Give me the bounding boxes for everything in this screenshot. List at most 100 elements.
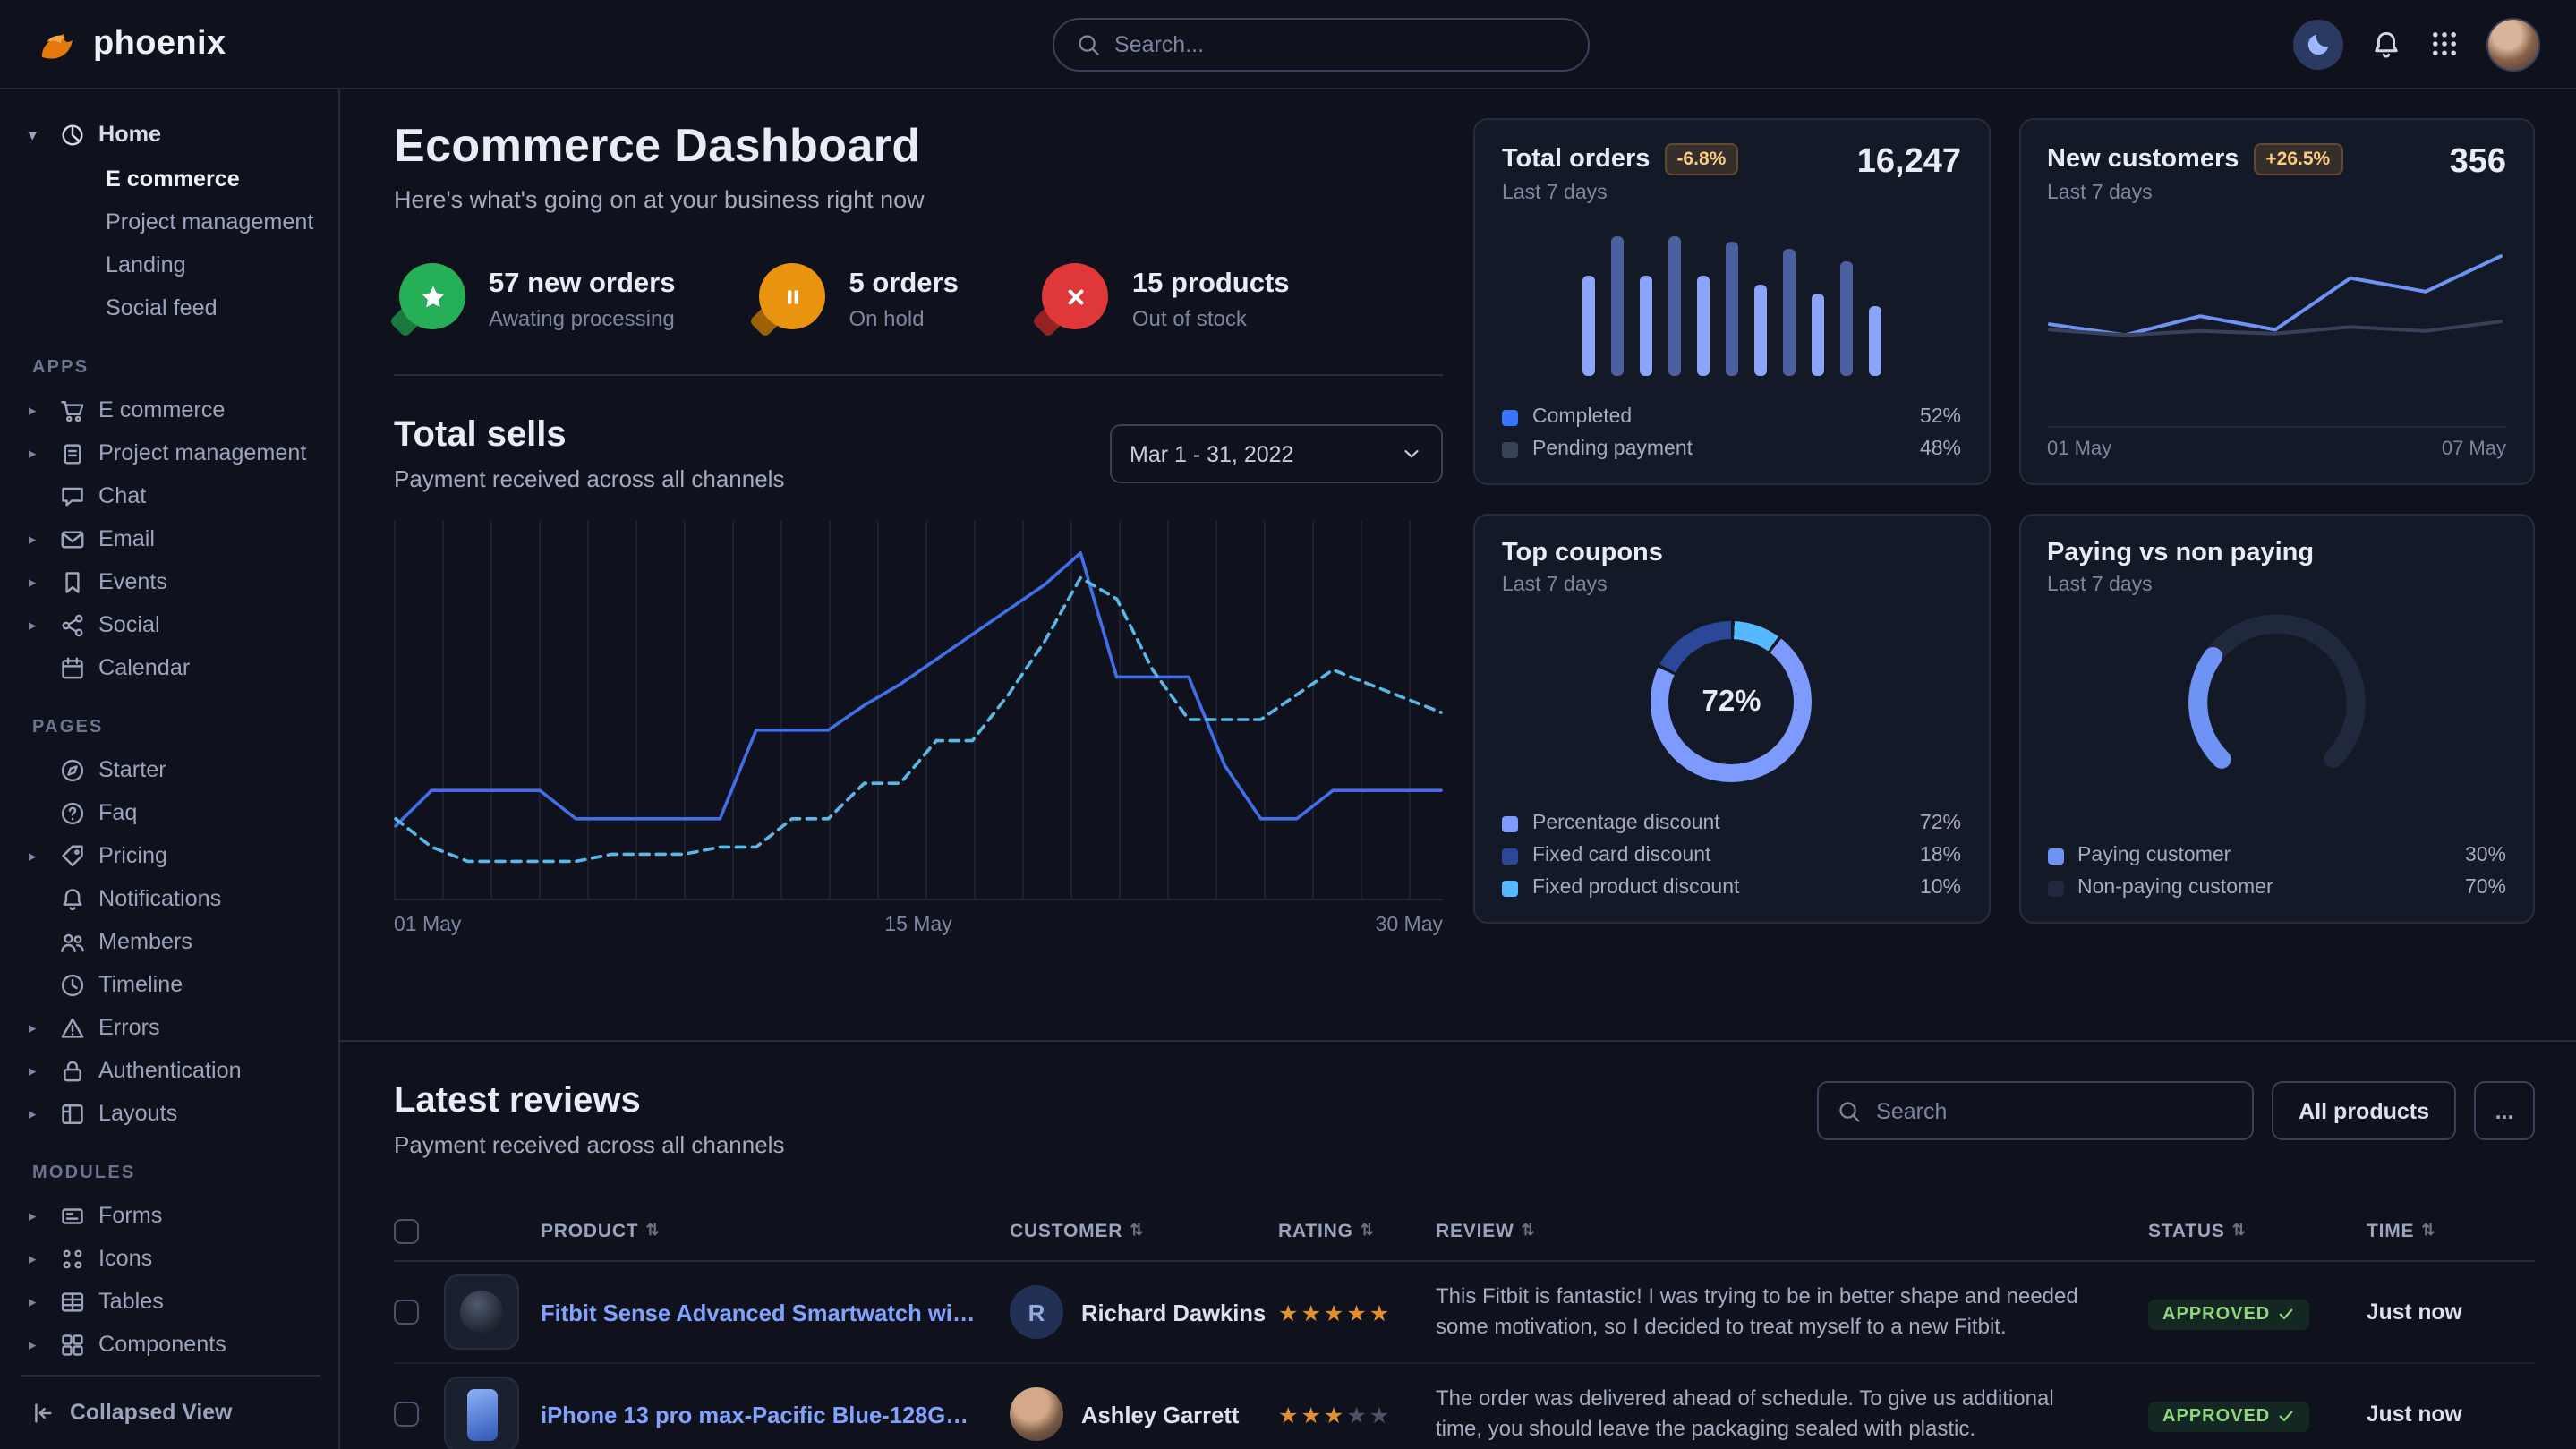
navbar-search[interactable]: [1052, 18, 1589, 72]
sidebar-item-e-commerce[interactable]: ▸ E commerce: [21, 388, 320, 431]
clipboard-icon: [59, 439, 86, 466]
sidebar-item-pricing[interactable]: ▸ Pricing: [21, 834, 320, 877]
status-badge: APPROVED: [2148, 1299, 2309, 1329]
sidebar-item-social[interactable]: ▸ Social: [21, 603, 320, 646]
row-checkbox[interactable]: [394, 1300, 419, 1325]
all-products-button[interactable]: All products: [2272, 1081, 2456, 1140]
top-coupons-donut-chart: 72%: [1651, 621, 1813, 782]
star-filled-icon: ★: [1278, 1300, 1301, 1325]
sidebar-item-tables[interactable]: ▸ Tables: [21, 1280, 320, 1323]
legend-label: Percentage discount: [1532, 813, 1720, 834]
sidebar-item-project-management[interactable]: ▸ Project management: [21, 431, 320, 474]
sidebar-item-notifications[interactable]: Notifications: [21, 877, 320, 920]
customer-cell: RRichard Dawkins: [1010, 1285, 1278, 1339]
sidebar-item-label: Members: [98, 929, 192, 954]
reviews-toolbar: All products ...: [1817, 1081, 2535, 1140]
user-avatar[interactable]: [2486, 17, 2540, 71]
legend-marker: [2047, 848, 2063, 864]
card-period: Last 7 days: [2047, 183, 2506, 204]
sidebar-item-timeline[interactable]: Timeline: [21, 963, 320, 1006]
caret-right-icon: ▸: [29, 1334, 47, 1354]
review-text: This Fitbit is fantastic! I was trying t…: [1436, 1281, 2148, 1343]
customer-name: Richard Dawkins: [1081, 1299, 1266, 1325]
sidebar-item-forms[interactable]: ▸ Forms: [21, 1194, 320, 1237]
components-icon: [59, 1331, 86, 1358]
column-header-customer[interactable]: CUSTOMER ⇅: [1010, 1220, 1278, 1241]
legend-marker: [1502, 409, 1518, 425]
reviews-search-input[interactable]: [1876, 1098, 2234, 1123]
alert-triangle-icon: [59, 1014, 86, 1041]
product-thumbnail: [444, 1274, 519, 1350]
sidebar-item-starter[interactable]: Starter: [21, 748, 320, 791]
theme-toggle-button[interactable]: [2293, 19, 2343, 69]
legend-value: 72%: [1920, 813, 1961, 834]
column-header-time[interactable]: TIME ⇅: [2367, 1220, 2535, 1241]
brand-name: phoenix: [93, 24, 226, 64]
sidebar-item-components[interactable]: ▸ Components: [21, 1323, 320, 1366]
sidebar-item-chat[interactable]: Chat: [21, 474, 320, 517]
notifications-button[interactable]: [2370, 28, 2402, 60]
chevron-down-icon: [1400, 442, 1423, 465]
legend-label: Fixed product discount: [1532, 877, 1739, 899]
stat-label: Awating processing: [489, 305, 676, 330]
new-customers-x-axis: 01 May 07 May: [2047, 426, 2506, 460]
sidebar-item-label: Forms: [98, 1203, 162, 1228]
brand[interactable]: phoenix: [36, 22, 226, 65]
review-row[interactable]: iPhone 13 pro max-Pacific Blue-128GB sto…: [394, 1364, 2535, 1449]
sidebar-item-events[interactable]: ▸ Events: [21, 560, 320, 603]
stat-value: 57 new orders: [489, 268, 676, 300]
review-row[interactable]: Fitbit Sense Advanced Smartwatch with To…: [394, 1262, 2535, 1364]
sidebar-item-label: Home: [98, 122, 161, 147]
more-options-button[interactable]: ...: [2474, 1081, 2535, 1140]
sidebar-item-email[interactable]: ▸ Email: [21, 517, 320, 560]
x-bold-icon: [1062, 282, 1090, 311]
status-cell: APPROVED: [2148, 1295, 2367, 1329]
row-checkbox[interactable]: [394, 1402, 419, 1427]
paying-gauge-chart: [2143, 603, 2411, 775]
product-link[interactable]: Fitbit Sense Advanced Smartwatch with To…: [541, 1299, 1010, 1325]
navbar-search-input[interactable]: [1114, 32, 1565, 57]
sidebar-item-home[interactable]: ▾ Home: [21, 111, 320, 158]
sidebar-item-errors[interactable]: ▸ Errors: [21, 1006, 320, 1049]
sidebar-item-members[interactable]: Members: [21, 920, 320, 963]
moon-icon: [2305, 30, 2332, 57]
column-header-review[interactable]: REVIEW ⇅: [1436, 1220, 2148, 1241]
sidebar-item-faq[interactable]: Faq: [21, 791, 320, 834]
sidebar-item-e-commerce[interactable]: E commerce: [21, 158, 320, 200]
apps-grid-button[interactable]: [2429, 29, 2460, 59]
check-icon: [2277, 1305, 2295, 1323]
sidebar-item-social-feed[interactable]: Social feed: [21, 286, 320, 329]
status-badge: APPROVED: [2148, 1401, 2309, 1431]
new-customers-line-chart: [2047, 229, 2506, 383]
star-filled-icon: ★: [1301, 1300, 1323, 1325]
top-navbar: phoenix: [0, 0, 2576, 89]
pie-chart-icon: [59, 121, 86, 148]
sidebar-item-calendar[interactable]: Calendar: [21, 646, 320, 689]
sidebar-item-icons[interactable]: ▸ Icons: [21, 1237, 320, 1280]
icons-grid-icon: [59, 1245, 86, 1272]
reviews-subtitle: Payment received across all channels: [394, 1131, 784, 1158]
sidebar-item-label: Components: [98, 1332, 226, 1357]
date-range-select[interactable]: Mar 1 - 31, 2022: [1110, 424, 1443, 483]
sidebar-item-project-management[interactable]: Project management: [21, 200, 320, 243]
collapsed-view-toggle[interactable]: Collapsed View: [21, 1374, 320, 1449]
select-all-checkbox[interactable]: [394, 1218, 419, 1243]
sidebar-item-landing[interactable]: Landing: [21, 243, 320, 286]
column-header-rating[interactable]: RATING ⇅: [1278, 1220, 1436, 1241]
card-title: Paying vs non paying: [2047, 539, 2314, 567]
sidebar-item-authentication[interactable]: ▸ Authentication: [21, 1049, 320, 1092]
reviews-search[interactable]: [1817, 1081, 2254, 1140]
customer-cell: Ashley Garrett: [1010, 1387, 1278, 1441]
total-sells-x-axis: 01 May 15 May 30 May: [394, 915, 1443, 936]
x-tick: 30 May: [1376, 915, 1443, 936]
order-bar: [1611, 236, 1624, 376]
legend-label: Fixed card discount: [1532, 845, 1710, 866]
sidebar-item-layouts[interactable]: ▸ Layouts: [21, 1092, 320, 1135]
column-header-product[interactable]: PRODUCT ⇅: [541, 1220, 1010, 1241]
stat-label: On hold: [849, 305, 959, 330]
column-header-status[interactable]: STATUS ⇅: [2148, 1220, 2367, 1241]
product-link[interactable]: iPhone 13 pro max-Pacific Blue-128GB sto…: [541, 1401, 1010, 1428]
search-icon: [1837, 1098, 1862, 1123]
legend-marker: [1502, 848, 1518, 864]
change-badge: +26.5%: [2253, 143, 2342, 175]
